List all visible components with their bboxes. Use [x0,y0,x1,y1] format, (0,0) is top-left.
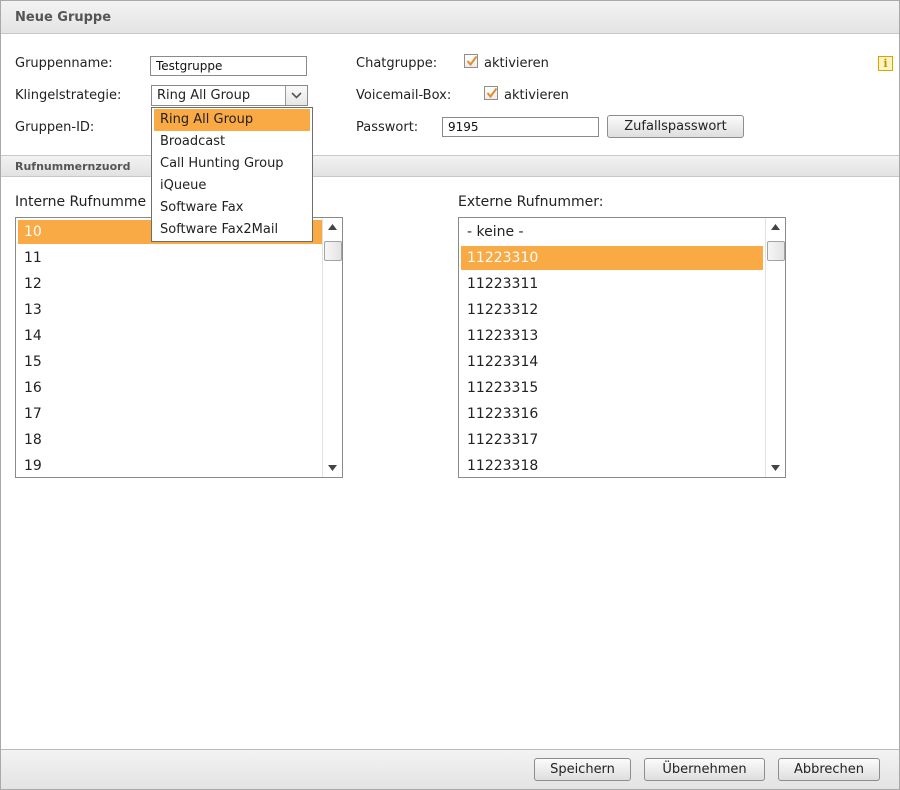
arrow-up-icon[interactable] [771,224,780,230]
external-list-scroll-thumb[interactable] [767,241,785,261]
list-item[interactable]: 11223317 [461,428,763,452]
list-item[interactable]: 18 [18,428,322,452]
groupid-label: Gruppen-ID: [15,120,95,135]
arrow-up-icon[interactable] [328,224,337,230]
ringstrategy-selected-value: Ring All Group [157,88,251,103]
dropdown-option-ring-all-group[interactable]: Ring All Group [154,109,310,131]
password-label: Passwort: [356,120,419,135]
list-item[interactable]: 17 [18,402,322,426]
internal-numbers-listbox[interactable]: 10 11 12 13 14 15 16 17 18 19 [15,217,343,478]
internal-list-scroll-thumb[interactable] [324,241,342,261]
ringstrategy-dropdown-menu[interactable]: Ring All Group Broadcast Call Hunting Gr… [151,107,313,242]
dialog-footer: Speichern Übernehmen Abbrechen [1,749,899,789]
dropdown-option-software-fax2mail[interactable]: Software Fax2Mail [154,219,310,241]
list-item[interactable]: 16 [18,376,322,400]
list-item[interactable]: 12 [18,272,322,296]
save-button[interactable]: Speichern [534,758,631,781]
list-item[interactable]: 15 [18,350,322,374]
chatgroup-checkbox[interactable] [464,54,478,68]
dialog-neue-gruppe: Neue Gruppe i Gruppenname: Klingelstrate… [0,0,900,790]
arrow-down-icon[interactable] [328,465,337,471]
list-item[interactable]: - keine - [461,220,763,244]
list-item[interactable]: 11 [18,246,322,270]
list-item[interactable]: 11223310 [461,246,763,270]
dialog-titlebar: Neue Gruppe [1,1,899,34]
groupname-input[interactable] [150,56,307,76]
list-item[interactable]: 11223312 [461,298,763,322]
info-icon[interactable]: i [878,56,893,71]
dropdown-option-call-hunting-group[interactable]: Call Hunting Group [154,153,310,175]
list-item[interactable]: 14 [18,324,322,348]
section-header: Rufnummernzuord [1,155,899,177]
voicemail-checkbox-label[interactable]: aktivieren [504,88,569,103]
list-item[interactable]: 11223314 [461,350,763,374]
cancel-button[interactable]: Abbrechen [778,758,880,781]
checkmark-icon [486,87,498,99]
list-item[interactable]: 11223316 [461,402,763,426]
list-item[interactable]: 13 [18,298,322,322]
chevron-down-icon[interactable] [285,86,307,105]
dialog-title: Neue Gruppe [15,10,112,25]
list-item[interactable]: 11223311 [461,272,763,296]
voicemail-checkbox[interactable] [484,86,498,100]
password-input[interactable] [442,117,599,137]
arrow-down-icon[interactable] [771,465,780,471]
list-item[interactable]: 11223318 [461,454,763,477]
chatgroup-label: Chatgruppe: [356,56,438,71]
external-numbers-listbox[interactable]: - keine - 11223310 11223311 11223312 112… [458,217,786,478]
checkmark-icon [466,55,478,67]
dropdown-option-software-fax[interactable]: Software Fax [154,197,310,219]
external-list-scrollbar[interactable] [765,218,785,477]
list-item[interactable]: 11223315 [461,376,763,400]
chatgroup-checkbox-label[interactable]: aktivieren [484,56,549,71]
external-numbers-label: Externe Rufnummer: [458,194,604,210]
ringstrategy-label: Klingelstrategie: [15,88,122,103]
internal-numbers-label: Interne Rufnumme [15,194,147,210]
internal-list-scrollbar[interactable] [322,218,342,477]
list-item[interactable]: 11223313 [461,324,763,348]
groupname-label: Gruppenname: [15,56,113,71]
dropdown-option-iqueue[interactable]: iQueue [154,175,310,197]
dropdown-option-broadcast[interactable]: Broadcast [154,131,310,153]
apply-button[interactable]: Übernehmen [644,758,765,781]
ringstrategy-select[interactable]: Ring All Group [151,85,308,106]
section-title: Rufnummernzuord [15,160,131,173]
voicemail-label: Voicemail-Box: [356,88,452,103]
list-item[interactable]: 19 [18,454,322,477]
random-password-button[interactable]: Zufallspasswort [607,115,744,138]
